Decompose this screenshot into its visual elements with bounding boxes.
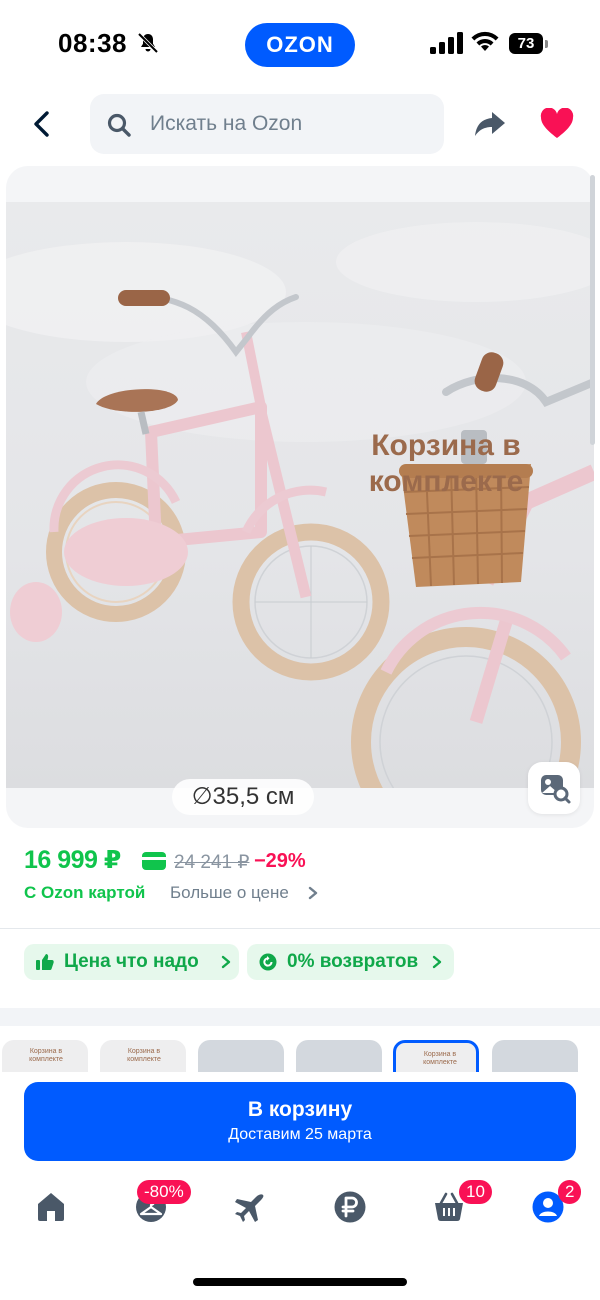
bell-muted-icon [137, 32, 159, 54]
ozon-card-label: С Ozon картой [24, 883, 146, 902]
good-price-label: Цена что надо [64, 951, 199, 972]
search-placeholder: Искать на Ozon [150, 112, 303, 135]
cellular-signal-icon [430, 32, 463, 54]
thumbnail[interactable] [198, 1040, 284, 1072]
battery-indicator: 73 [509, 33, 543, 54]
image-search-button[interactable] [528, 762, 580, 814]
heart-icon[interactable] [540, 108, 574, 140]
current-price: 16 999 ₽ [24, 846, 121, 874]
chevron-right-icon [432, 955, 442, 969]
home-indicator [193, 1278, 407, 1286]
status-bar: 08:38 OZON 73 [0, 0, 600, 92]
thumbnail-strip: Корзина в комплекте Корзина в комплекте … [0, 1026, 600, 1072]
page-scrollbar [590, 175, 595, 445]
price-details: С Ozon картой Больше о цене [24, 883, 584, 907]
bottom-tab-bar: -80% 10 2 [0, 1172, 600, 1262]
add-to-cart-label: В корзину [247, 1098, 353, 1121]
promo-badge: -80% [137, 1180, 191, 1204]
wifi-icon [471, 31, 499, 51]
search-input[interactable]: Искать на Ozon [90, 94, 444, 154]
thumbnail[interactable] [296, 1040, 382, 1072]
divider [0, 928, 600, 929]
home-icon[interactable] [34, 1190, 68, 1224]
good-price-chip[interactable]: Цена что надо [24, 944, 239, 980]
ozon-card-icon [142, 852, 166, 870]
back-chevron-icon[interactable] [22, 104, 62, 144]
returns-label: 0% возвратов [287, 951, 419, 972]
battery-tip [545, 40, 548, 48]
thumbnail-caption: Корзина в комплекте [127, 1048, 161, 1063]
chevron-right-icon [308, 886, 318, 900]
price-block: 16 999 ₽ 24 241 ₽ −29% [24, 845, 584, 879]
thumbnail-caption: Корзина в комплекте [29, 1048, 63, 1063]
clock: 08:38 [58, 28, 127, 58]
ruble-icon[interactable] [333, 1190, 367, 1224]
add-to-cart-button[interactable]: В корзину Доставим 25 марта [24, 1082, 576, 1161]
thumbnail-selected[interactable]: Корзина в комплекте [393, 1040, 479, 1072]
search-icon [107, 113, 131, 137]
discount-percent: −29% [254, 850, 306, 872]
old-price: 24 241 ₽ [174, 852, 250, 873]
delivery-date: Доставим 25 марта [228, 1126, 372, 1143]
returns-chip[interactable]: 0% возвратов [247, 944, 454, 980]
thumbs-up-icon [36, 954, 54, 970]
top-navigation: Искать на Ozon [0, 92, 600, 156]
section-separator [0, 1008, 600, 1026]
return-arrow-icon [259, 953, 277, 971]
airplane-icon[interactable] [233, 1190, 267, 1224]
share-icon[interactable] [472, 106, 508, 142]
wheel-diameter-label: ∅35,5 см [172, 779, 314, 815]
cart-count-badge: 10 [459, 1180, 492, 1204]
image-search-icon [541, 775, 571, 804]
thumbnail[interactable]: Корзина в комплекте [2, 1040, 88, 1072]
thumbnail[interactable] [492, 1040, 578, 1072]
photo-caption: Корзина в комплекте [368, 429, 524, 498]
product-gallery[interactable]: Корзина в комплекте ∅35,5 см [6, 166, 594, 828]
profile-badge: 2 [558, 1180, 582, 1204]
chevron-right-icon [221, 955, 231, 969]
ozon-logo: OZON [245, 23, 355, 67]
thumbnail[interactable]: Корзина в комплекте [100, 1040, 186, 1072]
more-about-price-link[interactable]: Больше о цене [170, 883, 289, 903]
thumbnail-caption: Корзина в комплекте [423, 1051, 457, 1066]
